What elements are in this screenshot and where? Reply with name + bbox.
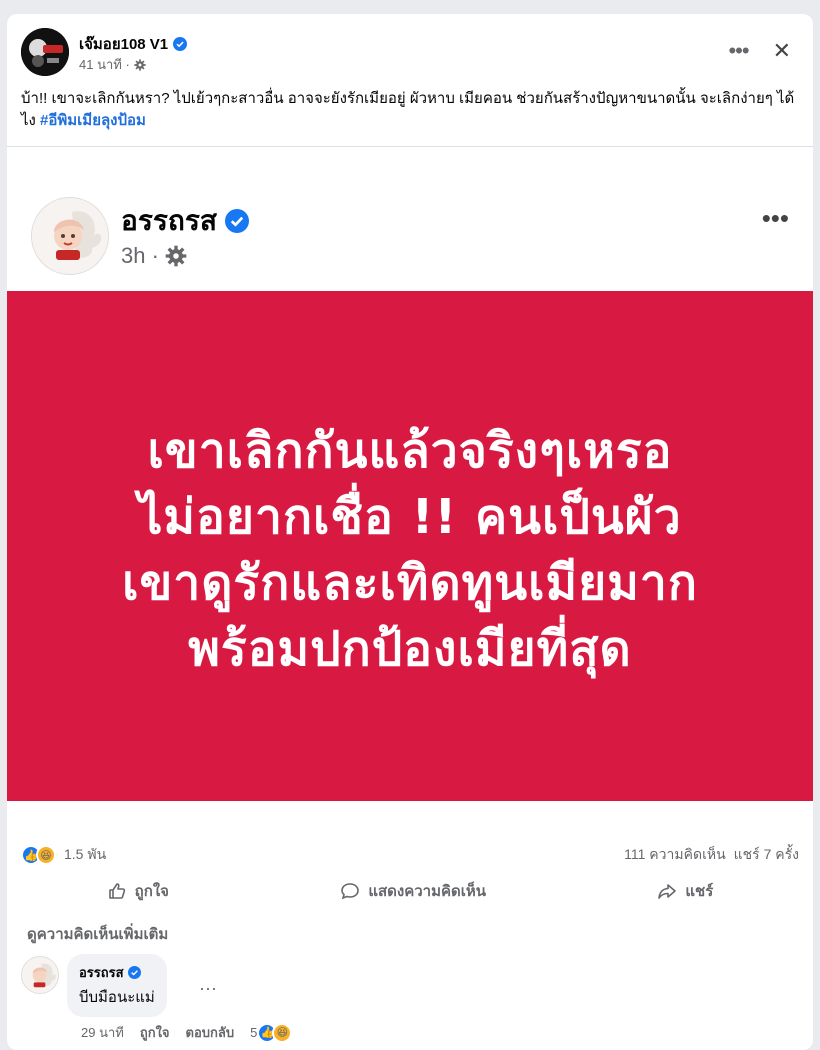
- commenter-avatar[interactable]: [21, 956, 59, 994]
- thumbs-up-icon: [108, 883, 125, 899]
- reaction-summary[interactable]: 👍 😆 1.5 พัน: [21, 844, 106, 866]
- post-action-bar: ถูกใจ แสดงความคิดเห็น แชร์: [21, 874, 799, 908]
- post-caption: บ้า!! เขาจะเลิกกันหรา? ไปเย้วๆกะสาวอื่น …: [21, 88, 799, 132]
- post-stats: 👍 😆 1.5 พัน 111 ความคิดเห็น แชร์ 7 ครั้ง: [21, 844, 799, 866]
- view-more-comments-link[interactable]: ดูความคิดเห็นเพิ่มเติม: [27, 922, 168, 946]
- comment-more-options-icon[interactable]: ···: [199, 978, 217, 999]
- comment-reaction-count: 5: [250, 1025, 258, 1040]
- comment-item: อรรถรส บีบมือนะแม่ ··· 29 นาที ถูกใจ ตอบ…: [21, 954, 799, 1044]
- close-icon[interactable]: ✕: [773, 38, 791, 64]
- author-avatar[interactable]: [21, 28, 69, 76]
- shared-post-header: อรรถรส 3h · •••: [7, 147, 813, 291]
- comment-count[interactable]: 111 ความคิดเห็น: [624, 844, 726, 866]
- shared-post-author[interactable]: อรรถรส: [121, 199, 249, 243]
- comment-meta: 29 นาที ถูกใจ ตอบกลับ 5 👍 😆: [81, 1022, 293, 1043]
- like-button[interactable]: ถูกใจ: [107, 874, 169, 908]
- text-post-panel: เขาเลิกกันแล้วจริงๆเหรอ ไม่อยากเชื่อ !! …: [7, 291, 813, 801]
- panel-line-1: เขาเลิกกันแล้วจริงๆเหรอ: [147, 423, 673, 479]
- comment-time[interactable]: 29 นาที: [81, 1022, 124, 1043]
- shared-post[interactable]: อรรถรส 3h · ••• เขาเลิกกันแล้วจริงๆเหรอ …: [7, 146, 813, 832]
- comment-bubble: อรรถรส บีบมือนะแม่: [67, 954, 167, 1017]
- comment-like-button[interactable]: ถูกใจ: [140, 1022, 170, 1043]
- comment-label: แสดงความคิดเห็น: [368, 883, 487, 900]
- panel-line-3: เขาดูรักและเทิดทูนเมียมาก: [122, 555, 698, 611]
- panel-line-4: พร้อมปกป้องเมียที่สุด: [188, 621, 632, 677]
- commenter-name-row: อรรถรส: [79, 962, 155, 983]
- engagement-counts: 111 ความคิดเห็น แชร์ 7 ครั้ง: [624, 844, 799, 866]
- panel-line-2: ไม่อยากเชื่อ !! คนเป็นผัว: [138, 489, 682, 545]
- shared-author-name[interactable]: อรรถรส: [121, 199, 217, 243]
- privacy-gear-icon[interactable]: [165, 245, 187, 267]
- more-options-icon[interactable]: •••: [728, 40, 749, 62]
- verified-badge-icon: [173, 37, 188, 51]
- post-header: เจ๊มอย108 V1 41 นาที · ••• ✕: [21, 28, 799, 78]
- shared-post-meta: 3h ·: [121, 243, 187, 269]
- post-time[interactable]: 41 นาที ·: [79, 54, 130, 75]
- haha-reaction-icon: 😆: [272, 1022, 293, 1043]
- shared-post-time[interactable]: 3h ·: [121, 243, 159, 269]
- reaction-count[interactable]: 1.5 พัน: [64, 844, 106, 866]
- privacy-gear-icon[interactable]: [134, 58, 146, 71]
- share-button[interactable]: แชร์: [657, 874, 713, 908]
- hashtag-link[interactable]: #อีพิมเมียลุงป้อม: [40, 112, 146, 129]
- shared-more-options-icon[interactable]: •••: [762, 203, 789, 234]
- comment-button[interactable]: แสดงความคิดเห็น: [340, 874, 486, 908]
- post-meta: 41 นาที ·: [79, 54, 146, 75]
- verified-badge-icon: [224, 209, 249, 233]
- verified-badge-icon: [127, 966, 141, 979]
- comment-bubble-icon: [341, 883, 360, 900]
- commenter-name[interactable]: อรรถรส: [79, 962, 124, 983]
- comment-reactions[interactable]: 5 👍 😆: [250, 1022, 293, 1043]
- share-label: แชร์: [685, 883, 714, 900]
- post-author[interactable]: เจ๊มอย108 V1: [79, 32, 188, 56]
- header-actions: ••• ✕: [728, 38, 791, 64]
- post-author-name[interactable]: เจ๊มอย108 V1: [79, 32, 168, 56]
- haha-reaction-icon: 😆: [36, 845, 56, 865]
- share-arrow-icon: [658, 884, 677, 899]
- comment-reply-button[interactable]: ตอบกลับ: [186, 1022, 235, 1043]
- shared-author-avatar[interactable]: [31, 197, 109, 275]
- post-card: เจ๊มอย108 V1 41 นาที · ••• ✕ บ้า!! เขาจะ…: [7, 14, 813, 1050]
- like-label: ถูกใจ: [134, 883, 169, 900]
- share-count[interactable]: แชร์ 7 ครั้ง: [734, 844, 799, 866]
- comment-text: บีบมือนะแม่: [79, 989, 155, 1006]
